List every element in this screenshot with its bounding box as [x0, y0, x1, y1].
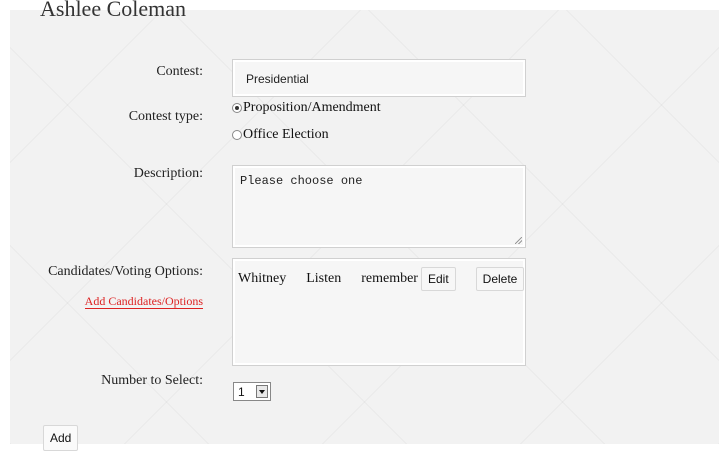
- add-button[interactable]: Add: [43, 425, 79, 451]
- edit-button[interactable]: Edit: [420, 267, 456, 291]
- description-textarea[interactable]: Please choose one: [232, 165, 526, 248]
- number-to-select-label: Number to Select:: [101, 373, 203, 388]
- candidate-note: remember: [361, 271, 418, 286]
- radio-label-office: Office Election: [243, 127, 329, 142]
- radio-option-office[interactable]: Office Election: [232, 127, 329, 143]
- contest-input[interactable]: Presidential: [232, 59, 526, 97]
- description-label: Description:: [133, 166, 203, 181]
- list-item: Whitney Listen remember Edit Delete: [238, 267, 544, 291]
- radio-label-proposition: Proposition/Amendment: [243, 100, 381, 115]
- description-text: Please choose one: [240, 174, 363, 188]
- delete-button[interactable]: Delete: [475, 267, 525, 291]
- candidates-label: Candidates/Voting Options:: [48, 264, 203, 279]
- form-panel: Ashlee Coleman Contest: Presidential Con…: [10, 0, 719, 451]
- chevron-down-icon[interactable]: [256, 385, 268, 398]
- contest-label: Contest:: [156, 64, 203, 79]
- candidate-name: Whitney: [238, 271, 287, 286]
- add-candidates-link[interactable]: Add Candidates/Options: [84, 295, 203, 309]
- radio-unchecked-icon[interactable]: [232, 130, 242, 140]
- radio-option-proposition[interactable]: Proposition/Amendment: [232, 100, 381, 116]
- resize-grip-icon[interactable]: [515, 237, 522, 244]
- candidate-party: Listen: [306, 271, 342, 286]
- number-select[interactable]: 1: [233, 382, 271, 401]
- candidates-list: Whitney Listen remember Edit Delete: [232, 258, 526, 366]
- number-select-value: 1: [238, 384, 245, 399]
- radio-checked-icon[interactable]: [232, 103, 242, 113]
- page-title: Ashlee Coleman: [40, 0, 187, 20]
- contest-type-label: Contest type:: [128, 109, 203, 124]
